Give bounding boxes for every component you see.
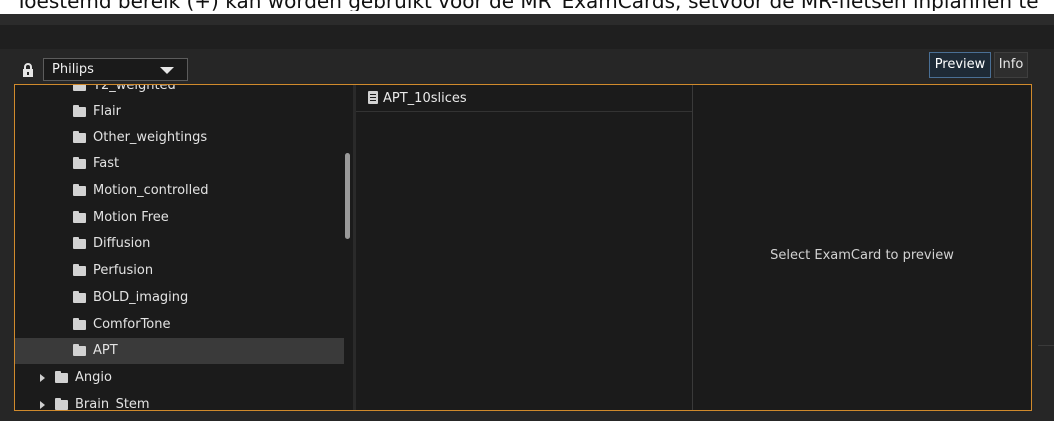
chevron-right-icon[interactable] — [40, 374, 45, 382]
folder-icon — [73, 344, 86, 356]
tree-item[interactable]: Motion_controlled — [15, 178, 344, 204]
divider-line — [1038, 345, 1054, 346]
tree-item-label: Flair — [93, 104, 122, 119]
tree-item-label: APT — [93, 343, 118, 358]
tree-item[interactable]: Other_weightings — [15, 125, 344, 151]
list-item-label: APT_10slices — [383, 91, 467, 106]
tree-item-label: Motion Free — [93, 210, 169, 225]
preview-button[interactable]: Preview — [929, 52, 991, 78]
tree-item[interactable]: Flair — [15, 99, 344, 125]
folder-icon — [73, 318, 86, 330]
lock-icon[interactable] — [21, 63, 35, 77]
tree-item-label: ComforTone — [93, 317, 171, 332]
title-strip — [0, 14, 1054, 25]
examcard-browser-window: Philips Preview Info T2_weighted Flair O… — [0, 14, 1054, 421]
tree-item[interactable]: BOLD_imaging — [15, 285, 344, 311]
chevron-right-icon[interactable] — [40, 401, 45, 409]
tree-item[interactable]: Angio — [15, 365, 344, 391]
tree-item[interactable]: ComforTone — [15, 312, 344, 338]
tree-item-label: Diffusion — [93, 236, 151, 251]
preview-message: Select ExamCard to preview — [770, 248, 954, 263]
folder-icon — [73, 131, 86, 143]
folder-icon — [73, 85, 86, 91]
tree-item[interactable]: Motion Free — [15, 205, 344, 231]
tree-item-label: T2_weighted — [93, 85, 176, 93]
document-icon — [368, 91, 378, 104]
tree-item[interactable]: T2_weighted — [15, 85, 344, 99]
tree-item[interactable]: Brain_Stem — [15, 392, 344, 410]
right-edge-panel — [1035, 84, 1054, 411]
scrollbar-thumb[interactable] — [345, 153, 350, 239]
tree-item-label: BOLD_imaging — [93, 290, 189, 305]
tree-item-label: Angio — [75, 370, 112, 385]
tree-item-label: Perfusion — [93, 263, 154, 278]
list-item[interactable]: APT_10slices — [356, 85, 692, 112]
examcard-tree: T2_weighted Flair Other_weightings Fast … — [15, 85, 344, 410]
folder-icon — [73, 157, 86, 169]
folder-icon — [73, 211, 86, 223]
instruction-text: Toestemd bereik (+) kan worden gebruikt … — [0, 0, 1054, 11]
preview-panel: Select ExamCard to preview — [693, 85, 1031, 410]
tree-item-label: Motion_controlled — [93, 183, 209, 198]
tree-item[interactable]: Fast — [15, 151, 344, 177]
tree-item[interactable]: Diffusion — [15, 231, 344, 257]
tree-item-selected[interactable]: APT — [15, 338, 344, 364]
browser-frame: T2_weighted Flair Other_weightings Fast … — [14, 84, 1032, 411]
folder-icon — [73, 184, 86, 196]
folder-icon — [55, 371, 68, 383]
tree-item-label: Brain_Stem — [75, 397, 150, 410]
tree-item-label: Fast — [93, 156, 120, 171]
folder-icon — [73, 291, 86, 303]
toolbar: Philips — [0, 49, 1054, 81]
tree-item-label: Other_weightings — [93, 130, 208, 145]
folder-icon — [73, 264, 86, 276]
examcard-list: APT_10slices — [356, 85, 692, 410]
folder-icon — [73, 237, 86, 249]
vendor-select[interactable]: Philips — [43, 58, 188, 81]
folder-icon — [55, 398, 68, 410]
tree-item[interactable]: Perfusion — [15, 258, 344, 284]
info-button[interactable]: Info — [994, 52, 1028, 78]
vendor-select-value: Philips — [52, 62, 94, 77]
tree-scrollbar[interactable] — [344, 85, 352, 410]
folder-icon — [73, 105, 86, 117]
chevron-down-icon — [160, 67, 174, 74]
